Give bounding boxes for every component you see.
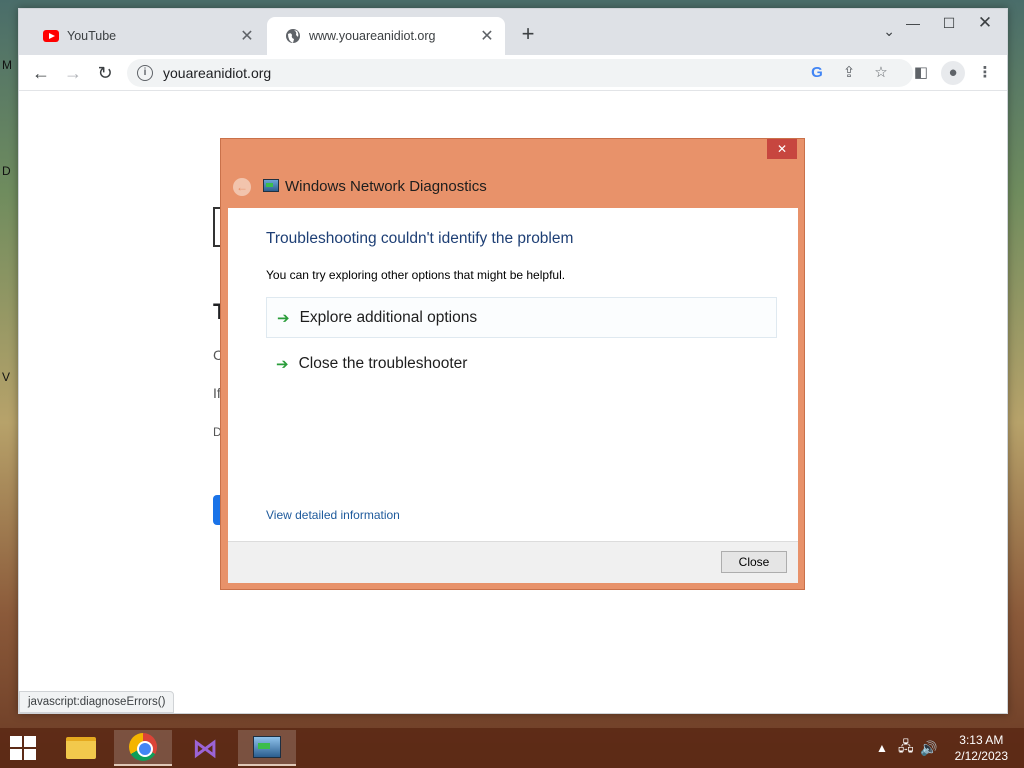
tab-strip: YouTube ✕ www.youareanidiot.org ✕ + ⌄ — … (19, 9, 1007, 55)
chrome-icon[interactable] (114, 730, 172, 766)
dialog-subtext: You can try exploring other options that… (266, 268, 566, 282)
menu-kebab-icon[interactable]: ⋮ (973, 61, 997, 85)
site-info-icon[interactable]: i (137, 65, 153, 81)
back-arrow-icon[interactable]: ← (29, 61, 53, 85)
window-close-icon[interactable]: ✕ (967, 13, 1003, 33)
close-troubleshooter-link[interactable]: ➔ Close the troubleshooter (266, 343, 777, 384)
desktop-icon-label: V (2, 370, 11, 384)
tab-youareanidiot[interactable]: www.youareanidiot.org ✕ (267, 17, 505, 55)
tab-search-chevron-icon[interactable]: ⌄ (883, 23, 895, 40)
dialog-footer: Close (228, 541, 798, 583)
side-panel-icon[interactable]: ◧ (909, 61, 933, 85)
explore-options-link[interactable]: ➔ Explore additional options (266, 297, 777, 338)
new-tab-button[interactable]: + (517, 23, 539, 45)
close-button[interactable]: Close (721, 551, 787, 573)
network-diagnostics-dialog: ✕ ← Windows Network Diagnostics Troubles… (220, 138, 805, 590)
dialog-title: Windows Network Diagnostics (285, 178, 487, 195)
green-arrow-icon: ➔ (277, 309, 290, 327)
network-diagnostics-taskbar-icon[interactable] (238, 730, 296, 766)
volume-icon[interactable]: 🔊 (920, 728, 937, 768)
dialog-close-icon[interactable]: ✕ (767, 139, 797, 159)
maximize-icon[interactable]: ☐ (931, 13, 967, 33)
profile-avatar-icon[interactable]: ● (941, 61, 965, 85)
bookmark-star-icon[interactable]: ☆ (869, 61, 893, 85)
tab-close-icon[interactable]: ✕ (479, 26, 495, 46)
tab-title: www.youareanidiot.org (309, 29, 436, 43)
youtube-icon (43, 28, 59, 44)
green-arrow-icon: ➔ (276, 355, 289, 373)
tab-title: YouTube (67, 29, 117, 43)
share-icon[interactable]: ⇪ (837, 61, 861, 85)
network-icon[interactable]: 🖧 (898, 728, 914, 768)
system-clock[interactable]: 3:13 AM 2/12/2023 (955, 732, 1008, 764)
reload-icon[interactable]: ↻ (93, 61, 117, 85)
tab-close-icon[interactable]: ✕ (239, 26, 255, 46)
address-bar[interactable]: i youareanidiot.org (127, 59, 913, 87)
desktop-icon-label: D (2, 164, 11, 178)
taskbar: ⋈ ▲ 🖧 🔊 3:13 AM 2/12/2023 (0, 728, 1024, 768)
google-lens-icon[interactable]: G (805, 61, 829, 85)
address-url: youareanidiot.org (163, 65, 272, 81)
option-label: Explore additional options (299, 308, 478, 326)
status-bubble: javascript:diagnoseErrors() (19, 691, 175, 713)
dialog-body: Troubleshooting couldn't identify the pr… (228, 208, 798, 583)
browser-toolbar: ← → ↻ i youareanidiot.org G ⇪ ☆ ◧ ● ⋮ (19, 55, 1007, 91)
network-diagnostics-icon (263, 179, 279, 192)
option-label: Close the troubleshooter (298, 354, 468, 372)
back-arrow-icon[interactable]: ← (233, 178, 251, 196)
tab-youtube[interactable]: YouTube ✕ (25, 17, 265, 55)
clock-time: 3:13 AM (959, 733, 1004, 747)
globe-icon (286, 29, 300, 43)
visual-studio-icon[interactable]: ⋈ (176, 730, 234, 766)
desktop-icon-label: M (2, 58, 12, 72)
file-explorer-icon[interactable] (52, 730, 110, 766)
dialog-heading: Troubleshooting couldn't identify the pr… (266, 230, 574, 247)
clock-date: 2/12/2023 (954, 749, 1008, 763)
minimize-icon[interactable]: — (895, 13, 931, 33)
view-details-link[interactable]: View detailed information (266, 508, 400, 522)
forward-arrow-icon[interactable]: → (61, 61, 85, 85)
show-hidden-icons-icon[interactable]: ▲ (876, 728, 888, 768)
windows-start-icon[interactable] (10, 736, 38, 760)
